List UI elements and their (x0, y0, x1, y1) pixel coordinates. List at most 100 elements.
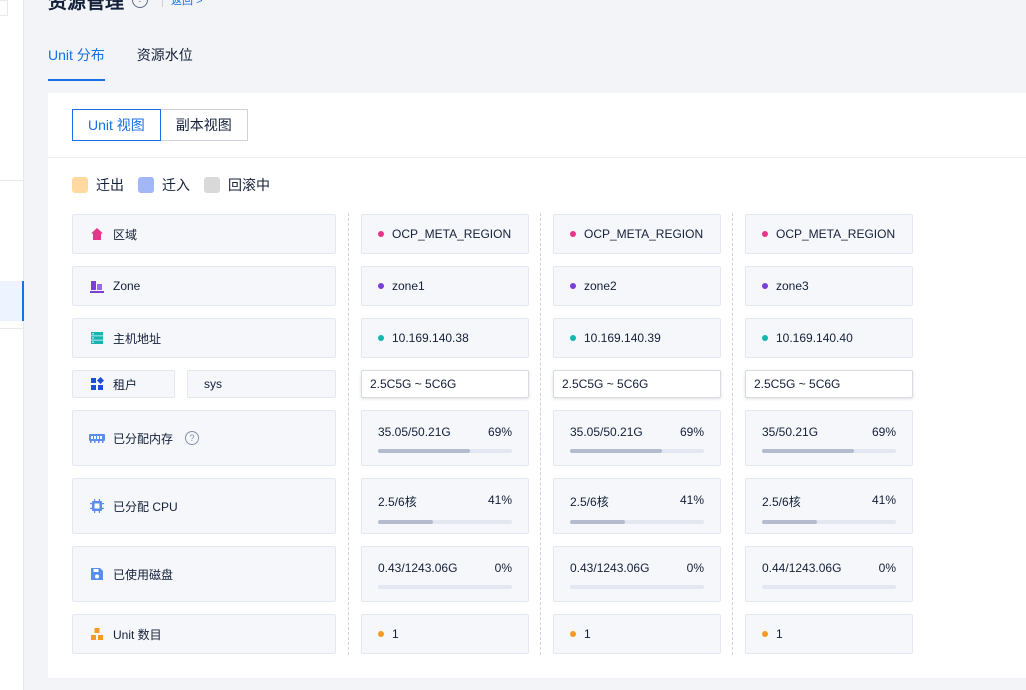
legend-item-out: 迁出 (72, 175, 124, 195)
tab-unit-distribution[interactable]: Unit 分布 (48, 40, 105, 81)
server-zone-cell: zone1 (361, 266, 529, 306)
row-label-memory: 已分配内存 ? (72, 410, 336, 466)
disk-usage-cell: 0.43/1243.06G 0% (361, 546, 529, 602)
legend-swatch-out (72, 177, 88, 193)
disk-progress-bar (378, 585, 512, 589)
header-divider (162, 0, 164, 7)
host-dot (762, 335, 768, 341)
unit-count-dot (762, 631, 768, 637)
unit-spec: 2.5C5G ~ 5C6G (370, 377, 457, 391)
unit-count-cell: 1 (361, 614, 529, 654)
legend-label: 回滚中 (228, 177, 270, 193)
panel-header: Unit 视图 副本视图 (48, 93, 1026, 158)
tenant-name-cell: sys (187, 370, 336, 398)
unit-view-button[interactable]: Unit 视图 (72, 109, 161, 141)
host-dot (570, 335, 576, 341)
unit-count-value: 1 (776, 627, 783, 641)
server-zone-cell: zone2 (553, 266, 721, 306)
sidebar-divider (0, 180, 24, 181)
memory-usage-percent: 69% (871, 425, 896, 439)
region-value: OCP_META_REGION (392, 227, 512, 241)
cpu-progress-fill (378, 520, 433, 524)
disk-usage-cell: 0.44/1243.06G 0% (745, 546, 913, 602)
unit-count-value: 1 (392, 627, 399, 641)
header-link[interactable]: 返回 > (171, 0, 202, 8)
cpu-usage-text: 2.5/6核 (762, 495, 801, 509)
row-label-text: 区域 (113, 227, 138, 242)
tab-resource-level[interactable]: 资源水位 (137, 40, 193, 81)
server-icon (89, 330, 105, 346)
unit-spec-card[interactable]: 2.5C5G ~ 5C6G (745, 370, 913, 398)
memory-usage-text: 35.05/50.21G (378, 425, 451, 439)
zone-value: zone1 (392, 279, 425, 293)
disk-usage-cell: 0.43/1243.06G 0% (553, 546, 721, 602)
home-icon (89, 226, 105, 242)
replica-view-button[interactable]: 副本视图 (160, 109, 248, 141)
cpu-usage-cell: 2.5/6核 41% (745, 478, 913, 534)
question-icon[interactable]: ? (185, 431, 200, 445)
disk-usage-text: 0.43/1243.06G (570, 561, 650, 575)
left-sidebar (0, 0, 24, 690)
cpu-usage-percent: 41% (871, 493, 896, 507)
row-label-text: 租户 (113, 377, 138, 392)
memory-progress-fill (762, 449, 855, 453)
sidebar-divider (0, 328, 24, 329)
server-region-cell: OCP_META_REGION (553, 214, 721, 254)
unit-count-value: 1 (584, 627, 591, 641)
sidebar-top-box (0, 0, 8, 16)
row-label-text: Zone (113, 279, 141, 293)
memory-progress-bar (570, 449, 704, 453)
row-label-host: 主机地址 (72, 318, 336, 358)
cpu-progress-fill (762, 520, 817, 524)
row-label-text: Unit 数目 (113, 627, 162, 642)
row-label-tenant: 租户 (72, 370, 175, 398)
zone-dot (378, 283, 384, 289)
cluster-icon (89, 626, 105, 642)
host-dot (378, 335, 384, 341)
memory-usage-cell: 35/50.21G 69% (745, 410, 913, 466)
server-host-cell: 10.169.140.38 (361, 318, 529, 358)
cpu-progress-fill (570, 520, 625, 524)
region-dot (378, 231, 384, 237)
cpu-usage-cell: 2.5/6核 41% (553, 478, 721, 534)
column-divider (540, 213, 541, 655)
row-label-disk: 已使用磁盘 (72, 546, 336, 602)
zone-dot (762, 283, 768, 289)
zone-value: zone3 (776, 279, 809, 293)
row-label-region: 区域 (72, 214, 336, 254)
content-panel: Unit 视图 副本视图 迁出 迁入 回滚中 区域 Zone 主机地址 租户 s… (48, 93, 1026, 678)
page-header: 资源管理 ? 返回 > (48, 0, 203, 13)
memory-progress-fill (378, 449, 471, 453)
unit-count-dot (378, 631, 384, 637)
memory-progress-fill (570, 449, 663, 453)
row-label-unit-count: Unit 数目 (72, 614, 336, 654)
disk-usage-text: 0.44/1243.06G (762, 561, 842, 575)
disk-usage-percent: 0% (878, 561, 896, 575)
zone-dot (570, 283, 576, 289)
memory-usage-text: 35/50.21G (762, 425, 819, 439)
server-host-cell: 10.169.140.39 (553, 318, 721, 358)
memory-usage-cell: 35.05/50.21G 69% (553, 410, 721, 466)
disk-progress-bar (762, 585, 896, 589)
unit-spec: 2.5C5G ~ 5C6G (754, 377, 841, 391)
cpu-usage-text: 2.5/6核 (570, 495, 609, 509)
tenant-name: sys (204, 377, 222, 391)
server-region-cell: OCP_META_REGION (361, 214, 529, 254)
help-icon[interactable]: ? (132, 0, 149, 8)
sidebar-selected-item[interactable] (0, 281, 24, 321)
disk-icon (89, 566, 105, 582)
cpu-usage-percent: 41% (679, 493, 704, 507)
row-label-cpu: 已分配 CPU (72, 478, 336, 534)
memory-progress-bar (762, 449, 896, 453)
tab-bar: Unit 分布 资源水位 (48, 40, 193, 81)
unit-spec-card[interactable]: 2.5C5G ~ 5C6G (553, 370, 721, 398)
memory-usage-percent: 69% (679, 425, 704, 439)
legend-label: 迁出 (96, 177, 124, 193)
legend-label: 迁入 (162, 177, 190, 193)
row-label-text: 已使用磁盘 (113, 567, 174, 582)
legend-swatch-in (138, 177, 154, 193)
unit-spec-card[interactable]: 2.5C5G ~ 5C6G (361, 370, 529, 398)
unit-count-cell: 1 (745, 614, 913, 654)
region-value: OCP_META_REGION (584, 227, 704, 241)
column-divider (348, 213, 349, 655)
